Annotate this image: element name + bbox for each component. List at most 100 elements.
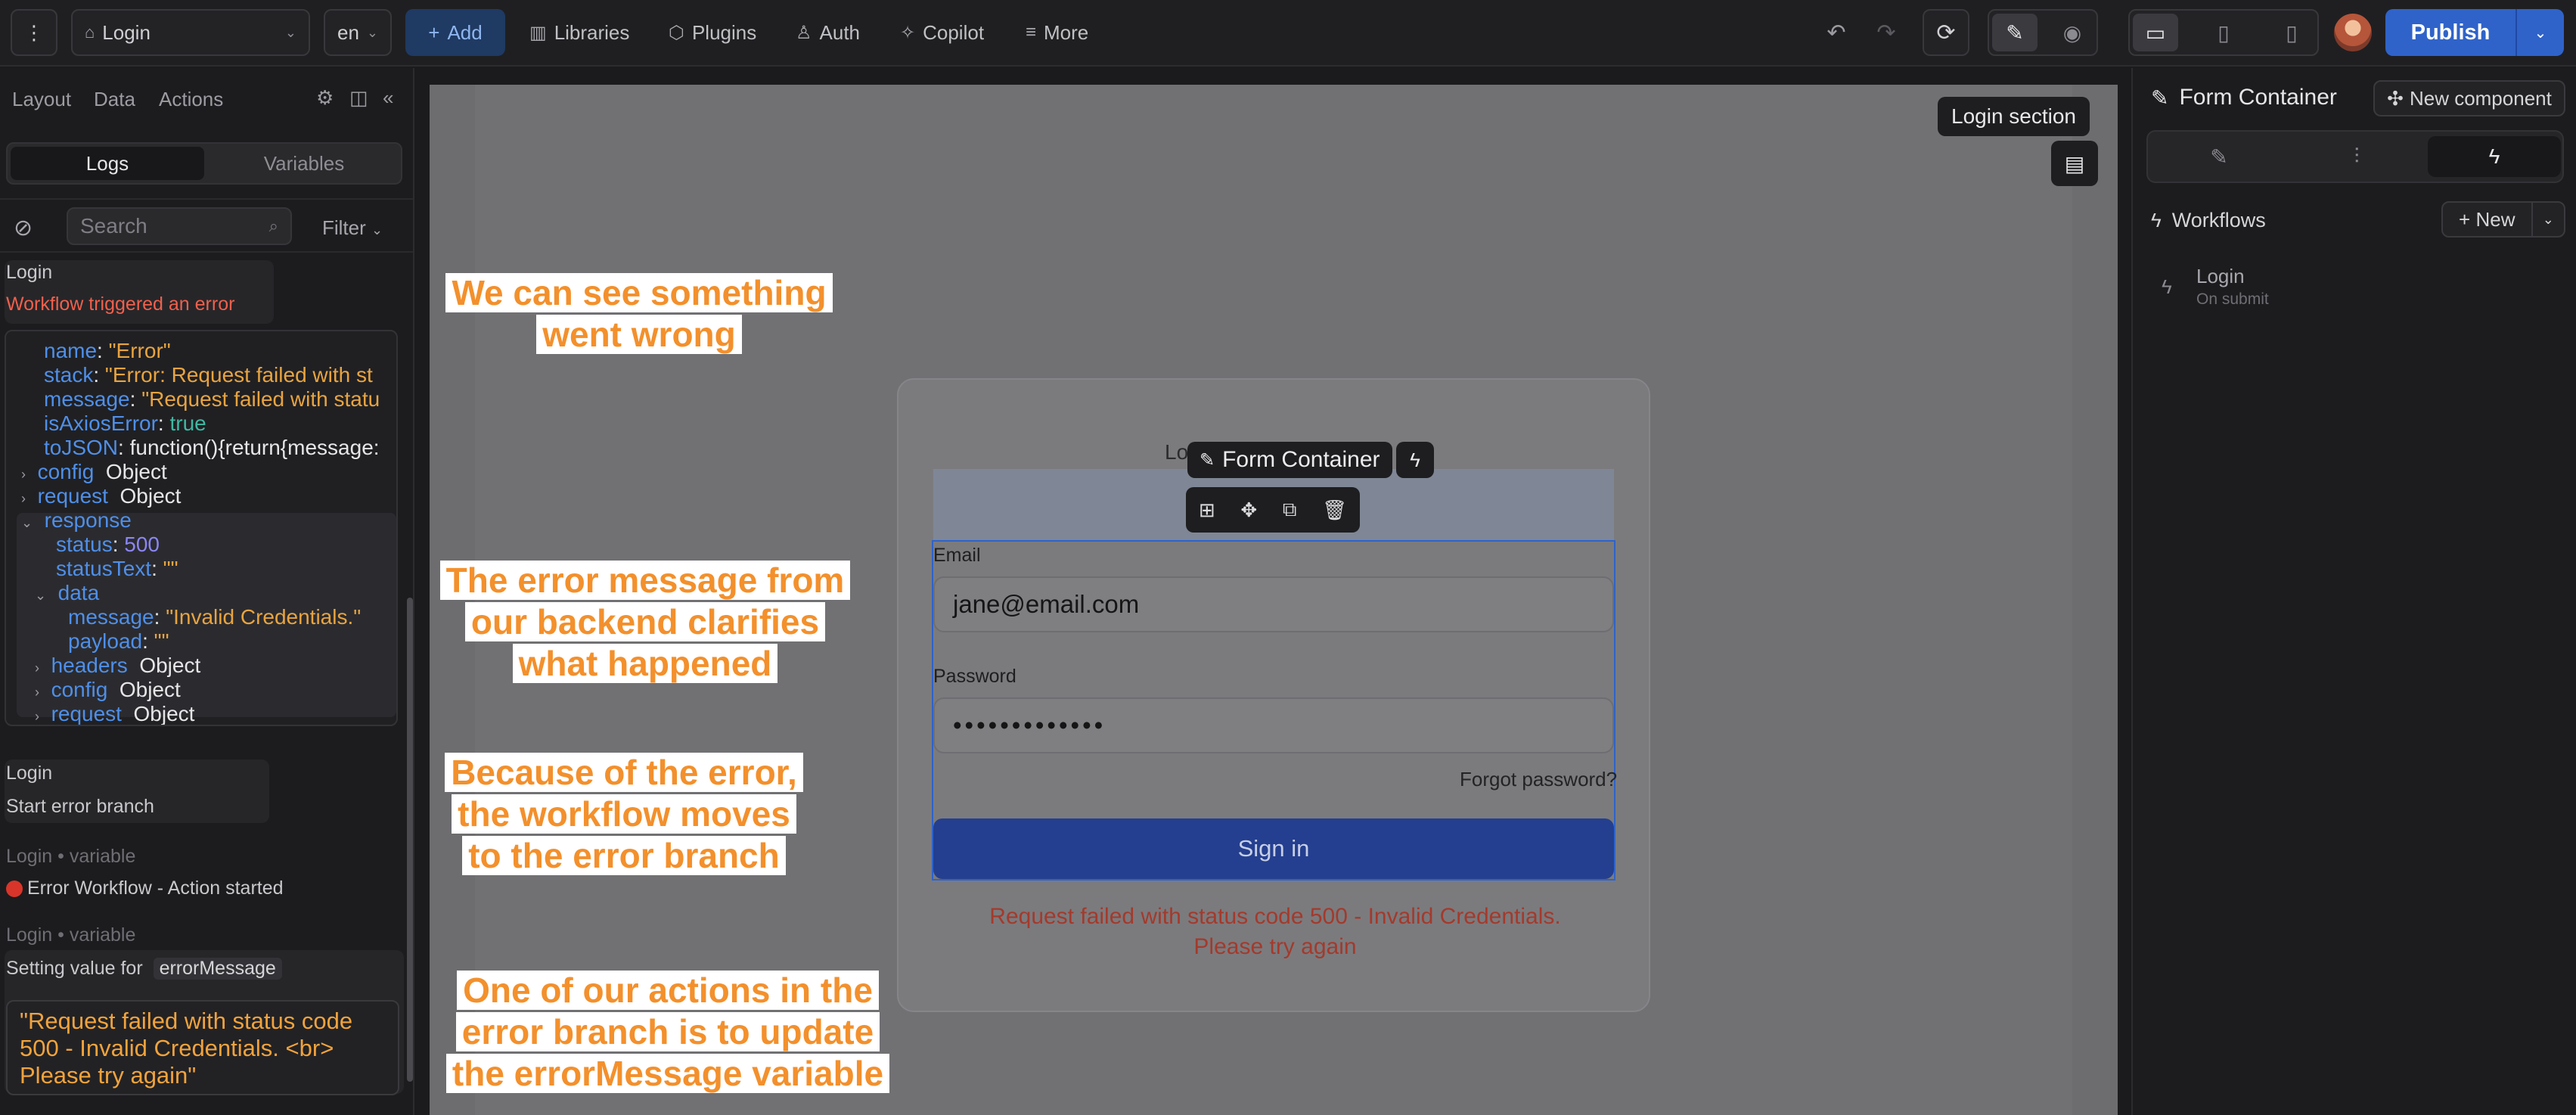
- lightning-icon[interactable]: ϟ: [1396, 442, 1434, 478]
- key: toJSON: [44, 436, 119, 459]
- new-component-label: New component: [2409, 86, 2552, 110]
- copilot-label: Copilot: [923, 20, 985, 44]
- key: config: [51, 678, 108, 701]
- log-title: Login • variable: [6, 924, 136, 946]
- copilot-button[interactable]: ✧ Copilot: [900, 9, 984, 56]
- pencil-icon: ✎: [1200, 449, 1215, 471]
- undo-icon[interactable]: ↶: [1814, 11, 1859, 54]
- scrollbar[interactable]: [407, 598, 413, 1082]
- component-tag[interactable]: ✎ Form Container: [1187, 442, 1392, 478]
- new-label: New: [2475, 207, 2515, 231]
- avatar[interactable]: [2334, 14, 2372, 51]
- tab-layout[interactable]: Layout: [12, 88, 71, 111]
- filter-button[interactable]: Filter ⌄: [322, 216, 383, 240]
- component-tag-label: Form Container: [1222, 447, 1380, 472]
- plug-icon: ⬡: [669, 22, 684, 43]
- annotation-3: Because of the error, the workflow moves…: [437, 752, 811, 877]
- value: "Invalid Credentials.": [166, 605, 362, 629]
- annotation-line: our backend clarifies: [464, 602, 826, 641]
- tree-node-headers[interactable]: › headers Object: [35, 654, 200, 680]
- key: name: [44, 339, 98, 362]
- plus-icon: +: [428, 20, 440, 44]
- filter-label: Filter: [322, 216, 366, 239]
- value: "": [163, 557, 178, 580]
- panel-title-label: Form Container: [2179, 85, 2337, 110]
- value: Object: [119, 484, 182, 508]
- chevron-right-icon: ›: [35, 660, 39, 676]
- new-workflow-button[interactable]: + New ⌄: [2441, 201, 2565, 238]
- tab-logs[interactable]: Logs: [11, 147, 204, 180]
- annotation-line: went wrong: [536, 315, 742, 354]
- tab-settings-icon[interactable]: ⫶: [2290, 136, 2423, 177]
- key: message: [44, 387, 130, 411]
- value: "": [154, 629, 169, 653]
- eye-icon[interactable]: ◉: [2050, 14, 2095, 51]
- chevron-down-icon: ⌄: [35, 588, 47, 603]
- pencil-icon[interactable]: ✎: [1992, 14, 2038, 51]
- key: response: [44, 508, 132, 532]
- tree-node-config[interactable]: › config Object: [21, 460, 167, 486]
- log-entry-action[interactable]: Error Workflow - Action started: [6, 877, 284, 899]
- libraries-button[interactable]: ▥ Libraries: [529, 9, 629, 56]
- tab-actions[interactable]: Actions: [159, 88, 223, 111]
- component-toolbar: ⊞ ✥ ⧉ 🗑: [1186, 487, 1360, 533]
- sign-in-button[interactable]: Sign in: [933, 818, 1614, 879]
- trash-icon[interactable]: 🗑: [1322, 498, 1347, 522]
- more-vertical-icon[interactable]: ⋮: [11, 9, 57, 56]
- publish-button[interactable]: Publish ⌄: [2385, 9, 2564, 56]
- tab-workflows-icon[interactable]: ϟ: [2428, 136, 2561, 177]
- page-select-label: Login: [102, 20, 151, 44]
- add-before-icon[interactable]: ⊞: [1199, 498, 1215, 522]
- key: data: [57, 581, 100, 604]
- tree-node-config[interactable]: › config Object: [35, 678, 181, 704]
- section-tag[interactable]: Login section: [1938, 97, 2090, 136]
- more-button[interactable]: ≡ More: [1026, 9, 1088, 56]
- chevron-down-icon[interactable]: ⌄: [2531, 203, 2564, 236]
- mobile-icon[interactable]: ▯: [2269, 14, 2314, 51]
- top-bar: ⋮ ⌂ Login ⌄ en ⌄ + Add ▥ Libraries ⬡ Plugi…: [0, 0, 2576, 67]
- log-error-text: Workflow triggered an error: [6, 294, 235, 315]
- section-settings-icon[interactable]: ▤: [2051, 141, 2098, 186]
- value: true: [169, 412, 206, 435]
- annotation-1: We can see something went wrong: [437, 272, 841, 356]
- duplicate-icon[interactable]: ⧉: [1283, 498, 1297, 522]
- collapse-icon[interactable]: «: [383, 86, 393, 110]
- new-component-button[interactable]: ✣ New component: [2373, 80, 2565, 116]
- tab-variables[interactable]: Variables: [207, 147, 401, 180]
- auth-button[interactable]: ♙ Auth: [796, 9, 860, 56]
- tree-node-response[interactable]: ⌄ response: [21, 508, 132, 535]
- email-field[interactable]: jane@email.com: [933, 576, 1614, 632]
- redo-icon[interactable]: ↷: [1864, 11, 1909, 54]
- tablet-icon[interactable]: ▯: [2201, 14, 2246, 51]
- breakpoint-switcher: ▭ ▯ ▯: [2128, 9, 2319, 56]
- desktop-icon[interactable]: ▭: [2133, 14, 2178, 51]
- panel-title: ✎ Form Container: [2151, 85, 2337, 110]
- error-message: Request failed with status code 500 - In…: [933, 902, 1617, 962]
- search-icon: ⌕: [268, 216, 278, 235]
- logs-variables-toggle: Logs Variables: [6, 142, 402, 185]
- value: function(){return{message:: [129, 436, 380, 459]
- tree-node-request[interactable]: › request Object: [21, 484, 181, 511]
- tree-node-request[interactable]: › request Object: [35, 702, 194, 725]
- bug-icon[interactable]: ⚙: [316, 86, 334, 110]
- forgot-password-link[interactable]: Forgot password?: [1460, 768, 1617, 791]
- add-button[interactable]: + Add: [405, 9, 505, 56]
- language-select[interactable]: en ⌄: [324, 9, 392, 56]
- form-title: Lo: [1165, 440, 1189, 464]
- password-field[interactable]: •••••••••••••: [933, 697, 1614, 753]
- panel-icon[interactable]: ◫: [349, 86, 368, 110]
- move-icon[interactable]: ✥: [1240, 498, 1257, 522]
- tab-style-icon[interactable]: ✎: [2152, 136, 2286, 177]
- clear-icon[interactable]: ⊘: [14, 215, 33, 241]
- workflows-label: Workflows: [2171, 209, 2266, 231]
- value: Object: [105, 460, 167, 483]
- refresh-icon[interactable]: ⟳: [1923, 9, 1969, 56]
- page-select[interactable]: ⌂ Login ⌄: [71, 9, 310, 56]
- plugins-button[interactable]: ⬡ Plugins: [669, 9, 756, 56]
- value: 500: [124, 533, 160, 556]
- annotation-line: One of our actions in the: [457, 971, 879, 1010]
- tree-node-data[interactable]: ⌄ data: [35, 581, 99, 607]
- chevron-down-icon[interactable]: ⌄: [2515, 9, 2564, 56]
- search-input[interactable]: Search ⌕: [67, 207, 292, 245]
- tab-data[interactable]: Data: [94, 88, 135, 111]
